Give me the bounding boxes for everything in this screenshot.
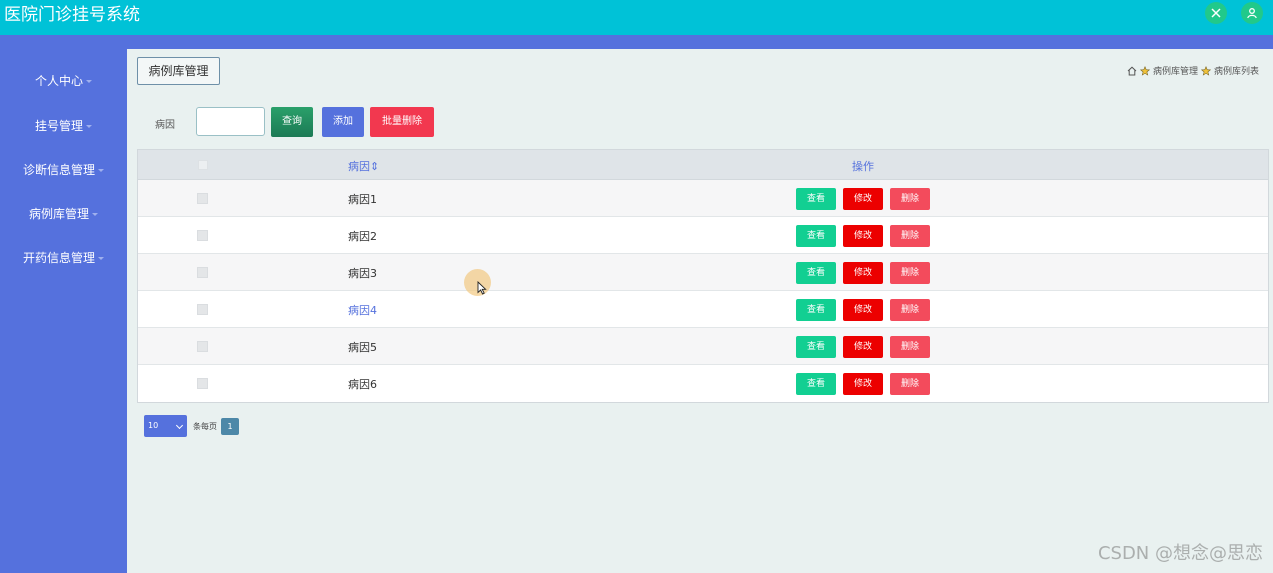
cause-cell: 病因6 bbox=[348, 378, 377, 391]
view-button[interactable]: 查看 bbox=[796, 188, 836, 210]
edit-button[interactable]: 修改 bbox=[843, 188, 883, 210]
row-checkbox[interactable] bbox=[197, 304, 208, 315]
pagination: 10 条每页 1 bbox=[144, 415, 239, 437]
app-title: 医院门诊挂号系统 bbox=[4, 5, 140, 25]
cause-cell: 病因5 bbox=[348, 341, 377, 354]
delete-button[interactable]: 删除 bbox=[890, 336, 930, 358]
search-input[interactable] bbox=[196, 107, 265, 136]
delete-button[interactable]: 删除 bbox=[890, 188, 930, 210]
sidebar-item-label: 个人中心 bbox=[34, 74, 83, 88]
breadcrumb-item: 病例库列表 bbox=[1213, 67, 1259, 77]
sidebar-item-prescription[interactable]: 开药信息管理 bbox=[0, 248, 127, 268]
caret-down-icon bbox=[86, 125, 92, 128]
select-all-checkbox[interactable] bbox=[198, 160, 208, 170]
sidebar-item-label: 挂号管理 bbox=[34, 119, 83, 133]
edit-button[interactable]: 修改 bbox=[843, 299, 883, 321]
expand-icon[interactable] bbox=[1205, 2, 1227, 24]
sidebar-item-registration[interactable]: 挂号管理 bbox=[0, 116, 127, 136]
home-icon[interactable] bbox=[1127, 66, 1137, 76]
table-row: 病因6 查看 修改 删除 bbox=[138, 365, 1268, 402]
caret-down-icon bbox=[92, 213, 98, 216]
caret-down-icon bbox=[86, 80, 92, 83]
sidebar-item-label: 诊断信息管理 bbox=[22, 163, 95, 177]
sidebar-item-label: 病例库管理 bbox=[28, 207, 89, 221]
cause-cell: 病因4 bbox=[348, 304, 377, 317]
star-icon bbox=[1139, 65, 1150, 76]
row-checkbox[interactable] bbox=[197, 267, 208, 278]
cause-cell: 病因2 bbox=[348, 230, 377, 243]
breadcrumb-item[interactable]: 病例库管理 bbox=[1153, 64, 1198, 77]
page-size-value: 10 bbox=[148, 421, 159, 430]
case-table: 病因⇕ 操作 病因1 查看 修改 删除 病因2 查看 修改 删除 病因3 查看 … bbox=[137, 149, 1269, 403]
main-content: 病例库管理 病例库管理 病例库列表 病因 查询 添加 批量删除 病因⇕ 操作 病… bbox=[127, 49, 1273, 573]
edit-button[interactable]: 修改 bbox=[843, 373, 883, 395]
page-size-select[interactable]: 10 bbox=[144, 415, 187, 437]
mouse-cursor-icon bbox=[477, 281, 487, 295]
caret-down-icon bbox=[98, 257, 104, 260]
column-header-cause[interactable]: 病因⇕ bbox=[348, 158, 379, 174]
view-button[interactable]: 查看 bbox=[796, 225, 836, 247]
star-icon bbox=[1200, 65, 1211, 76]
add-button[interactable]: 添加 bbox=[322, 107, 364, 137]
batch-delete-button[interactable]: 批量删除 bbox=[370, 107, 434, 137]
cause-cell: 病因1 bbox=[348, 193, 377, 206]
edit-button[interactable]: 修改 bbox=[843, 262, 883, 284]
table-row: 病因2 查看 修改 删除 bbox=[138, 217, 1268, 254]
sidebar-item-case-library[interactable]: 病例库管理 bbox=[0, 204, 127, 224]
breadcrumb: 病例库管理 病例库列表 bbox=[1127, 64, 1259, 77]
delete-button[interactable]: 删除 bbox=[890, 262, 930, 284]
table-row: 病因3 查看 修改 删除 bbox=[138, 254, 1268, 291]
watermark: CSDN @想念@思恋 bbox=[1097, 543, 1263, 564]
view-button[interactable]: 查看 bbox=[796, 336, 836, 358]
cause-cell: 病因3 bbox=[348, 267, 377, 280]
page-number-button[interactable]: 1 bbox=[221, 417, 239, 435]
column-header-ops: 操作 bbox=[852, 160, 874, 173]
per-page-label: 条每页 bbox=[193, 421, 217, 431]
sidebar-item-diagnosis[interactable]: 诊断信息管理 bbox=[0, 160, 127, 180]
sidebar: 个人中心 挂号管理 诊断信息管理 病例库管理 开药信息管理 bbox=[0, 49, 127, 573]
view-button[interactable]: 查看 bbox=[796, 373, 836, 395]
row-checkbox[interactable] bbox=[197, 341, 208, 352]
row-checkbox[interactable] bbox=[197, 193, 208, 204]
delete-button[interactable]: 删除 bbox=[890, 299, 930, 321]
table-header: 病因⇕ 操作 bbox=[138, 150, 1268, 180]
caret-down-icon bbox=[98, 169, 104, 172]
search-label: 病因 bbox=[155, 120, 175, 131]
header-band bbox=[0, 35, 1273, 49]
sidebar-item-label: 开药信息管理 bbox=[22, 251, 95, 265]
chevron-down-icon bbox=[175, 421, 184, 430]
top-bar: 医院门诊挂号系统 bbox=[0, 0, 1273, 35]
table-row: 病因1 查看 修改 删除 bbox=[138, 180, 1268, 217]
sidebar-item-personal-center[interactable]: 个人中心 bbox=[0, 71, 127, 91]
edit-button[interactable]: 修改 bbox=[843, 336, 883, 358]
table-row: 病因4 查看 修改 删除 bbox=[138, 291, 1268, 328]
edit-button[interactable]: 修改 bbox=[843, 225, 883, 247]
query-button[interactable]: 查询 bbox=[271, 107, 313, 137]
row-checkbox[interactable] bbox=[197, 230, 208, 241]
delete-button[interactable]: 删除 bbox=[890, 225, 930, 247]
table-row: 病因5 查看 修改 删除 bbox=[138, 328, 1268, 365]
delete-button[interactable]: 删除 bbox=[890, 373, 930, 395]
view-button[interactable]: 查看 bbox=[796, 299, 836, 321]
view-button[interactable]: 查看 bbox=[796, 262, 836, 284]
user-icon[interactable] bbox=[1241, 2, 1263, 24]
page-title: 病例库管理 bbox=[137, 57, 220, 85]
row-checkbox[interactable] bbox=[197, 378, 208, 389]
